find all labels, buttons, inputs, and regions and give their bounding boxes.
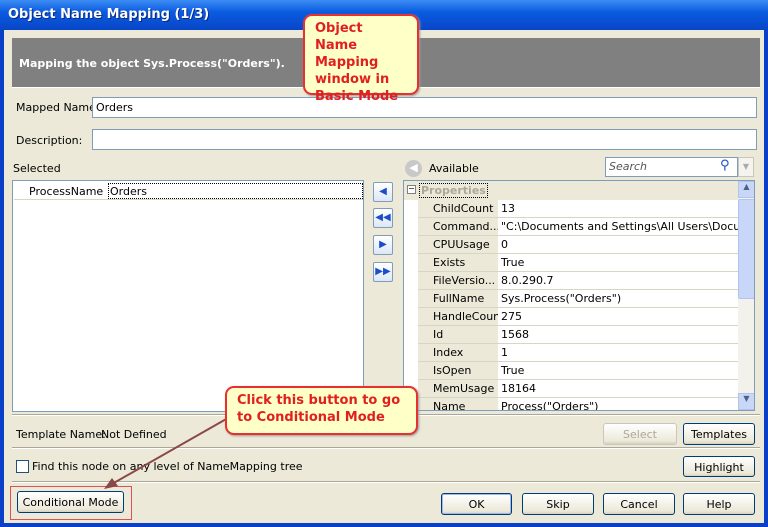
callout-arrow: [104, 417, 229, 489]
callout-conditional-mode: Click this button to go to Conditional M…: [225, 386, 418, 435]
arrow-line: [111, 417, 229, 485]
arrow-head: [104, 478, 118, 489]
